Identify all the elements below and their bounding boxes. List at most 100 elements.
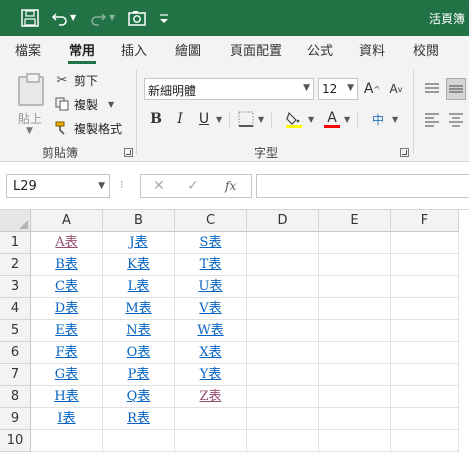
grow-font-button[interactable]: A ^	[362, 78, 382, 100]
hyperlink-cell-a9[interactable]: I表	[31, 408, 103, 430]
align-top-button[interactable]	[422, 78, 442, 100]
redo-dropdown-chevron-icon[interactable]: ▼	[109, 13, 119, 33]
hyperlink-cell-c3[interactable]: U表	[175, 276, 247, 298]
cell-f3[interactable]	[391, 276, 459, 298]
cell-d1[interactable]	[247, 232, 319, 254]
borders-chevron-icon[interactable]: ▼	[258, 115, 264, 124]
cell-e8[interactable]	[319, 386, 391, 408]
hyperlink-cell-a7[interactable]: G表	[31, 364, 103, 386]
phonetic-chevron-icon[interactable]: ▼	[392, 115, 398, 124]
hyperlink-cell-b7[interactable]: P表	[103, 364, 175, 386]
cell-f10[interactable]	[391, 430, 459, 452]
row-header-6[interactable]: 6	[0, 342, 31, 364]
column-header-c[interactable]: C	[175, 210, 247, 232]
undo-dropdown-chevron-icon[interactable]: ▼	[70, 13, 80, 33]
tab-review[interactable]: 校閱	[412, 40, 440, 64]
row-header-8[interactable]: 8	[0, 386, 31, 408]
hyperlink-cell-c8[interactable]: Z表	[175, 386, 247, 408]
camera-icon[interactable]	[127, 8, 147, 28]
tab-insert[interactable]: 插入	[120, 40, 148, 64]
hyperlink-cell-c2[interactable]: T表	[175, 254, 247, 276]
align-middle-button[interactable]	[446, 78, 466, 100]
row-header-7[interactable]: 7	[0, 364, 31, 386]
column-header-e[interactable]: E	[319, 210, 391, 232]
font-launcher-icon[interactable]	[400, 148, 409, 157]
cell-f1[interactable]	[391, 232, 459, 254]
hyperlink-cell-a2[interactable]: B表	[31, 254, 103, 276]
font-name-combo[interactable]: 新細明體 ▼	[144, 78, 314, 100]
cell-d3[interactable]	[247, 276, 319, 298]
cell-d10[interactable]	[247, 430, 319, 452]
hyperlink-cell-a3[interactable]: C表	[31, 276, 103, 298]
save-icon[interactable]	[20, 8, 40, 28]
hyperlink-cell-c7[interactable]: Y表	[175, 364, 247, 386]
redo-icon[interactable]	[88, 8, 108, 28]
cell-d4[interactable]	[247, 298, 319, 320]
hyperlink-cell-b3[interactable]: L表	[103, 276, 175, 298]
cell-e5[interactable]	[319, 320, 391, 342]
formula-input[interactable]	[256, 174, 469, 198]
hyperlink-cell-c1[interactable]: S表	[175, 232, 247, 254]
hyperlink-cell-a6[interactable]: F表	[31, 342, 103, 364]
cell-e4[interactable]	[319, 298, 391, 320]
tab-data[interactable]: 資料	[358, 40, 386, 64]
undo-icon[interactable]	[50, 8, 70, 28]
cell-d7[interactable]	[247, 364, 319, 386]
hyperlink-cell-b2[interactable]: K表	[103, 254, 175, 276]
copy-chevron-icon[interactable]: ▼	[108, 100, 114, 109]
hyperlink-cell-b9[interactable]: R表	[103, 408, 175, 430]
column-header-d[interactable]: D	[247, 210, 319, 232]
tab-formulas[interactable]: 公式	[306, 40, 334, 64]
font-color-chevron-icon[interactable]: ▼	[344, 115, 350, 124]
fill-color-button[interactable]	[284, 108, 304, 130]
hyperlink-cell-c6[interactable]: X表	[175, 342, 247, 364]
cell-f7[interactable]	[391, 364, 459, 386]
underline-chevron-icon[interactable]: ▼	[216, 115, 222, 124]
hyperlink-cell-c4[interactable]: V表	[175, 298, 247, 320]
hyperlink-cell-a1[interactable]: A表	[31, 232, 103, 254]
column-header-a[interactable]: A	[31, 210, 103, 232]
cell-e10[interactable]	[319, 430, 391, 452]
tab-draw[interactable]: 繪圖	[174, 40, 202, 64]
hyperlink-cell-b4[interactable]: M表	[103, 298, 175, 320]
hyperlink-cell-a5[interactable]: E表	[31, 320, 103, 342]
hyperlink-cell-b5[interactable]: N表	[103, 320, 175, 342]
row-header-2[interactable]: 2	[0, 254, 31, 276]
cell-c9[interactable]	[175, 408, 247, 430]
cell-a10[interactable]	[31, 430, 103, 452]
hyperlink-cell-b8[interactable]: Q表	[103, 386, 175, 408]
column-header-b[interactable]: B	[103, 210, 175, 232]
borders-button[interactable]	[236, 108, 256, 130]
cell-e1[interactable]	[319, 232, 391, 254]
cell-f4[interactable]	[391, 298, 459, 320]
cell-f8[interactable]	[391, 386, 459, 408]
font-size-combo[interactable]: 12 ▼	[318, 78, 358, 100]
cell-e9[interactable]	[319, 408, 391, 430]
tab-file[interactable]: 檔案	[14, 40, 42, 64]
shrink-font-button[interactable]: Av	[386, 78, 406, 100]
bold-button[interactable]: B	[146, 108, 166, 130]
cell-d6[interactable]	[247, 342, 319, 364]
hyperlink-cell-b1[interactable]: J表	[103, 232, 175, 254]
align-left-button[interactable]	[422, 108, 442, 130]
cut-button[interactable]: ✂ 剪下	[54, 70, 98, 90]
cell-e3[interactable]	[319, 276, 391, 298]
row-header-4[interactable]: 4	[0, 298, 31, 320]
align-center-button[interactable]	[446, 108, 466, 130]
cell-e7[interactable]	[319, 364, 391, 386]
cell-e2[interactable]	[319, 254, 391, 276]
enter-icon[interactable]: ✓	[187, 178, 199, 194]
hyperlink-cell-a8[interactable]: H表	[31, 386, 103, 408]
cell-d5[interactable]	[247, 320, 319, 342]
copy-button[interactable]: 複製 ▼	[54, 94, 114, 114]
underline-button[interactable]: U	[194, 108, 214, 130]
column-header-f[interactable]: F	[391, 210, 459, 232]
tab-page-layout[interactable]: 頁面配置	[228, 40, 284, 64]
cell-d9[interactable]	[247, 408, 319, 430]
fill-color-chevron-icon[interactable]: ▼	[308, 115, 314, 124]
cell-d8[interactable]	[247, 386, 319, 408]
select-all-button[interactable]	[0, 210, 31, 232]
row-header-10[interactable]: 10	[0, 430, 31, 452]
clipboard-launcher-icon[interactable]	[124, 148, 133, 157]
tab-home[interactable]: 常用	[68, 40, 96, 64]
